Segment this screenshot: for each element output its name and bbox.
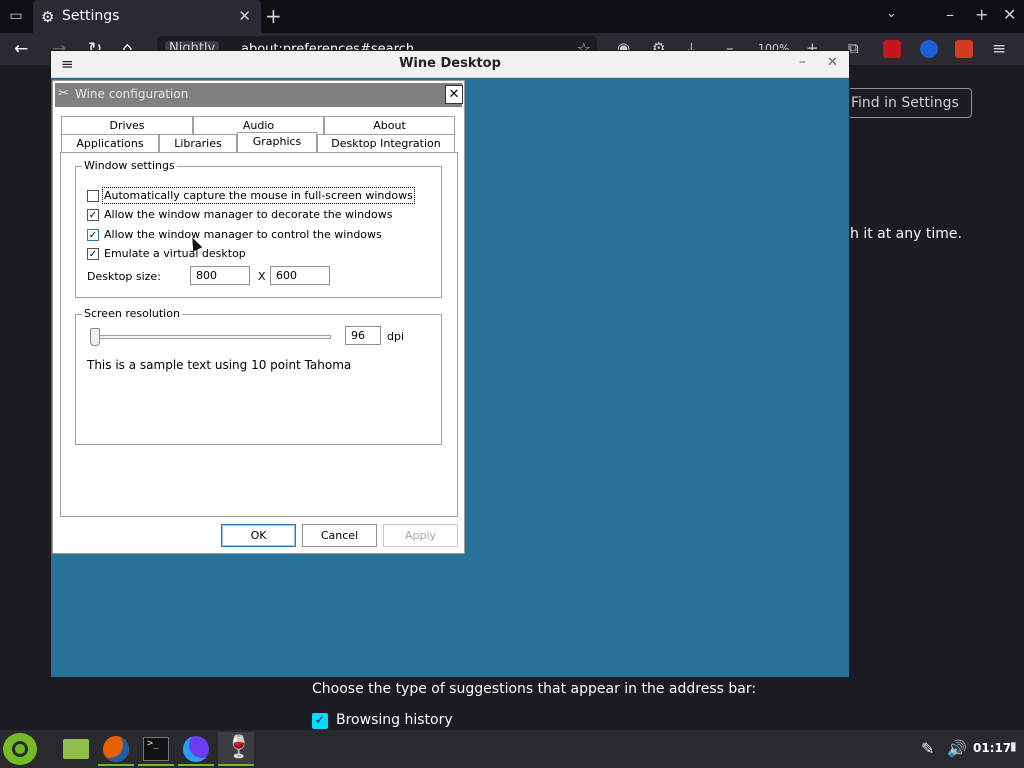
taskbar-firefox-nightly[interactable] — [178, 732, 214, 766]
opensuse-start-menu-icon[interactable] — [3, 733, 37, 765]
browsing-history-checkbox[interactable]: ✓ — [312, 713, 328, 729]
virtual-desktop-label[interactable]: Emulate a virtual desktop — [104, 247, 246, 260]
decorate-windows-checkbox[interactable]: ✓ — [87, 209, 99, 221]
control-windows-label[interactable]: Allow the window manager to control the … — [104, 228, 382, 241]
font-sample-text: This is a sample text using 10 point Tah… — [87, 358, 352, 372]
browser-tab-strip: ▭ ⚙ Settings ✕ + ⌄ – + ✕ — [0, 0, 1024, 33]
wine-desktop-minimize-icon[interactable]: – — [799, 54, 806, 70]
decorate-windows-label[interactable]: Allow the window manager to decorate the… — [104, 208, 393, 221]
capture-mouse-label[interactable]: Automatically capture the mouse in full-… — [102, 187, 415, 204]
taskbar-terminal[interactable]: >_ — [138, 732, 174, 766]
chevron-down-icon[interactable]: ⌄ — [886, 6, 897, 21]
close-tab-icon[interactable]: ✕ — [238, 7, 251, 25]
dpi-slider-track[interactable] — [91, 335, 331, 339]
browsing-history-label: Browsing history — [336, 712, 453, 728]
firefox-icon — [103, 736, 129, 762]
hamburger-menu-icon[interactable]: ≡ — [992, 39, 1006, 59]
tab-applications[interactable]: Applications — [61, 134, 159, 152]
pen-tray-icon[interactable]: ✎ — [921, 739, 934, 758]
folder-icon — [63, 739, 89, 759]
dpi-input[interactable]: 96 — [345, 326, 381, 345]
size-separator: X — [258, 270, 266, 283]
taskbar: >_ 🍷 ✎ 🔊 01:17 ▮ — [0, 730, 1024, 768]
winecfg-titlebar[interactable]: ✂ Wine configuration ✕ — [55, 83, 463, 107]
capture-mouse-checkbox[interactable] — [87, 190, 99, 202]
tab-graphics[interactable]: Graphics — [237, 132, 317, 152]
tab-desktop-integration[interactable]: Desktop Integration — [317, 134, 455, 152]
volume-icon[interactable]: 🔊 — [947, 739, 967, 758]
desktop-height-input[interactable]: 600 — [270, 266, 330, 285]
tab-title: Settings — [62, 8, 120, 24]
desktop-width-input[interactable]: 800 — [190, 266, 250, 285]
tab-about[interactable]: About — [324, 116, 455, 134]
show-desktop-icon[interactable]: ▮ — [1010, 739, 1017, 753]
wine-desktop-title: Wine Desktop — [399, 56, 501, 71]
wine-desktop-close-icon[interactable]: ✕ — [827, 55, 838, 70]
taskbar-firefox[interactable] — [98, 732, 134, 766]
dpi-slider-thumb[interactable] — [90, 328, 100, 346]
wine-glass-icon: 🍷 — [225, 735, 253, 760]
window-close-icon[interactable]: ✕ — [1003, 5, 1016, 24]
suggestions-heading: Choose the type of suggestions that appe… — [312, 681, 757, 697]
maximize-icon[interactable]: + — [975, 5, 988, 24]
dpi-unit-label: dpi — [387, 330, 405, 343]
red-extension-icon[interactable] — [955, 40, 973, 58]
terminal-icon: >_ — [143, 737, 169, 761]
apply-button[interactable]: Apply — [383, 524, 458, 547]
wine-desktop-titlebar[interactable]: ≡ Wine Desktop – ✕ — [51, 51, 849, 78]
cancel-button[interactable]: Cancel — [302, 524, 377, 547]
minimize-icon[interactable]: – — [946, 5, 954, 24]
tools-icon: ✂ — [58, 86, 69, 101]
virtual-desktop-checkbox[interactable]: ✓ — [87, 248, 99, 260]
tab-drives[interactable]: Drives — [61, 116, 193, 134]
wine-configuration-dialog: ✂ Wine configuration ✕ Drives Audio Abou… — [52, 80, 465, 554]
winecfg-close-icon[interactable]: ✕ — [445, 85, 463, 104]
firefox-nightly-icon — [183, 736, 209, 762]
gear-icon: ⚙ — [41, 8, 55, 26]
youtube-extension-icon[interactable] — [883, 40, 901, 58]
control-windows-checkbox[interactable]: ✓ — [87, 229, 99, 241]
window-settings-label: Window settings — [82, 159, 177, 172]
winecfg-title: Wine configuration — [75, 87, 189, 101]
screen-resolution-label: Screen resolution — [82, 307, 182, 320]
desktop-size-label: Desktop size: — [87, 270, 161, 283]
browser-tab-settings[interactable]: ⚙ Settings ✕ — [33, 0, 261, 33]
tab-libraries[interactable]: Libraries — [159, 134, 237, 152]
new-tab-icon[interactable]: + — [265, 4, 282, 28]
clock[interactable]: 01:17 — [973, 741, 1011, 755]
tab-list-icon[interactable]: ▭ — [6, 7, 26, 25]
window-settings-group: Window settings Automatically capture th… — [75, 159, 442, 298]
back-arrow-icon[interactable]: ← — [14, 39, 28, 59]
taskbar-wine[interactable]: 🍷 — [218, 732, 254, 766]
blue-extension-icon[interactable] — [920, 40, 938, 58]
settings-paragraph: h it at any time. — [850, 226, 962, 242]
ok-button[interactable]: OK — [221, 524, 296, 547]
taskbar-file-manager[interactable] — [58, 732, 94, 766]
